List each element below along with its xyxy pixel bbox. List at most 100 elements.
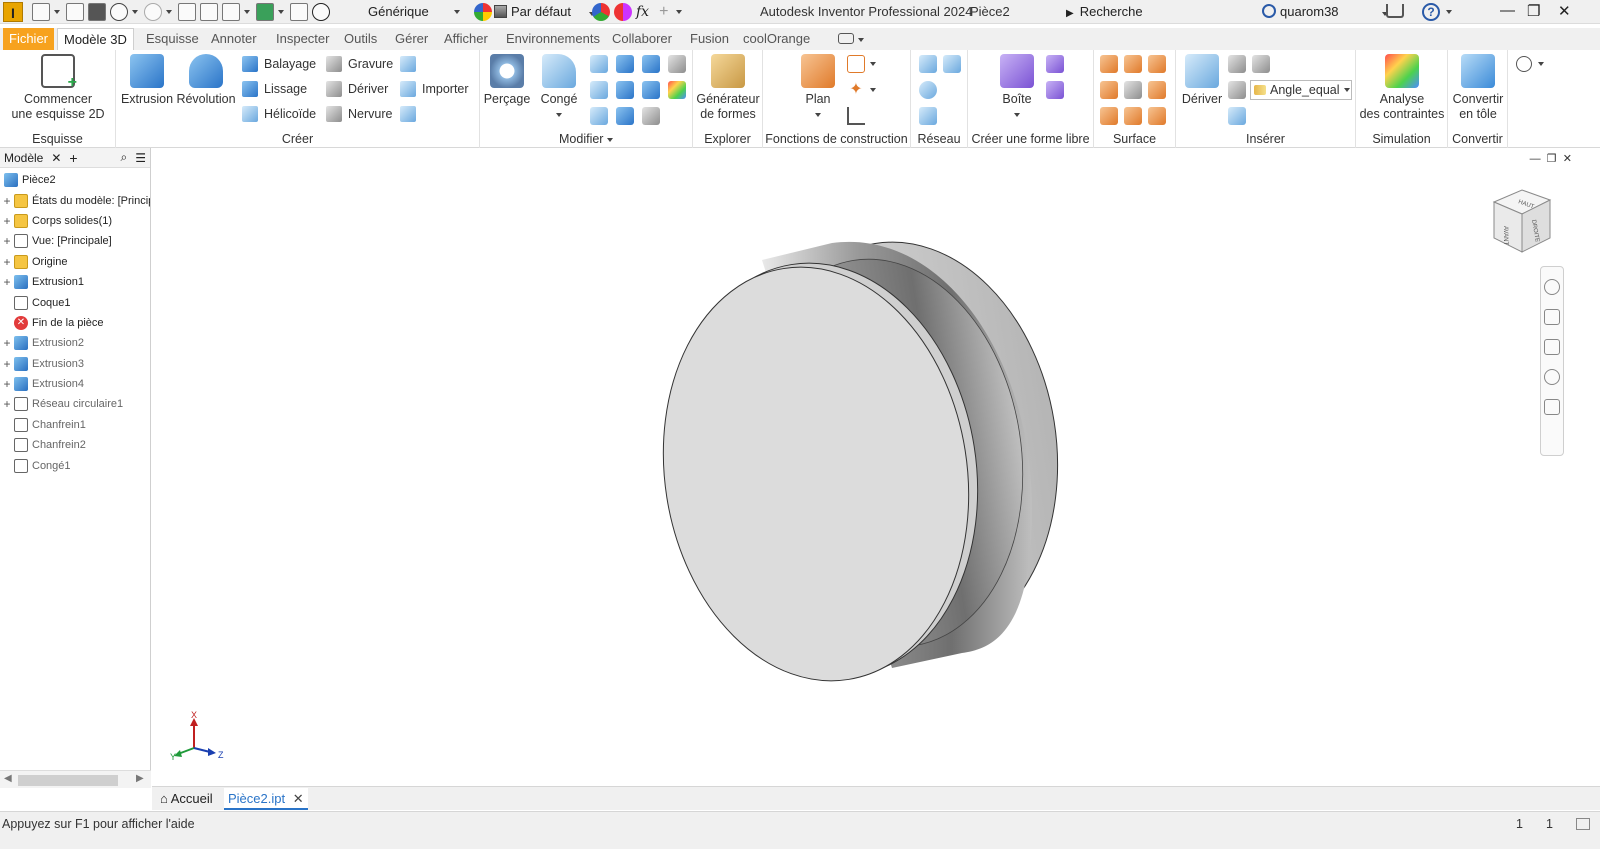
convert-sheet-metal-button[interactable]: Convertir en tôle [1448, 54, 1508, 122]
close-icon[interactable]: ✕ [293, 791, 304, 806]
close-icon[interactable]: ✕ [47, 151, 65, 165]
ucs-icon[interactable] [847, 107, 865, 125]
minimize-button[interactable]: — [1500, 2, 1515, 19]
insert-image-icon[interactable] [1228, 55, 1246, 73]
chevron-down-icon[interactable] [858, 38, 864, 42]
update-icon[interactable] [200, 3, 218, 21]
tab-fusion[interactable]: Fusion [684, 28, 735, 50]
tab-fichier[interactable]: Fichier [3, 28, 55, 50]
attach-icon[interactable] [1228, 81, 1246, 99]
browser-node[interactable]: Pièce2 [0, 170, 150, 190]
help-search-input[interactable]: ▶Recherche (aide/commandes)... [1066, 2, 1256, 41]
tab-accueil[interactable]: ⌂ Accueil [156, 788, 217, 810]
importer-button[interactable]: Importer [400, 79, 469, 99]
delete-face-icon[interactable] [642, 107, 660, 125]
expand-icon[interactable]: + [0, 357, 14, 371]
graphics-window[interactable]: — ❐ ✕ HAUT AVANT DROITE X Y Z [152, 148, 1600, 786]
copy-object-icon[interactable] [668, 81, 686, 99]
cart-icon[interactable] [1386, 4, 1404, 18]
import-file-icon[interactable] [1228, 107, 1246, 125]
revolution-button[interactable]: Révolution [174, 54, 238, 107]
stress-analysis-button[interactable]: Analyse des contraintes [1356, 54, 1448, 122]
tab-esquisse[interactable]: Esquisse [140, 28, 205, 50]
plus-icon[interactable]: + [659, 3, 668, 21]
repair-icon[interactable] [1148, 107, 1166, 125]
convert-freeform-icon[interactable] [1046, 81, 1064, 99]
shell-icon[interactable] [590, 81, 608, 99]
browser-node[interactable]: Coque1 [0, 292, 150, 312]
add-browser-button[interactable]: + [65, 150, 81, 166]
patch-icon[interactable] [1148, 55, 1166, 73]
chevron-down-icon[interactable] [870, 62, 876, 66]
part-model[interactable] [152, 148, 1600, 786]
zoom-icon[interactable] [1544, 339, 1560, 355]
chevron-down-icon[interactable] [244, 10, 250, 14]
delete-surface-icon[interactable] [1124, 81, 1142, 99]
tab-gerer[interactable]: Gérer [389, 28, 434, 50]
mirror-icon[interactable] [943, 55, 961, 73]
browser-node[interactable]: Chanfrein2 [0, 435, 150, 455]
thicken-icon[interactable] [642, 81, 660, 99]
expand-icon[interactable]: + [0, 275, 14, 289]
clear-appearance-icon[interactable] [312, 3, 330, 21]
appearance-icon[interactable] [474, 3, 492, 21]
parameter-select[interactable]: Angle_equal [1250, 80, 1352, 100]
draft-icon[interactable] [590, 107, 608, 125]
browser-tab-modele[interactable]: Modèle [0, 151, 47, 165]
browser-node[interactable]: + Vue: [Principale] [0, 231, 150, 251]
expand-icon[interactable]: + [0, 336, 14, 350]
tab-piece2[interactable]: Pièce2.ipt ✕ [224, 788, 308, 810]
restore-button[interactable]: ❐ [1527, 2, 1540, 20]
expand-icon[interactable]: + [0, 397, 14, 411]
scroll-thumb[interactable] [18, 775, 118, 786]
appearance-select[interactable]: Par défaut [494, 3, 601, 21]
tab-coolorange[interactable]: coolOrange [737, 28, 816, 50]
app-logo[interactable]: I [3, 2, 23, 22]
stitch-icon[interactable] [1100, 55, 1118, 73]
shell-tool-button[interactable] [400, 104, 422, 124]
open-folder-icon[interactable] [66, 3, 84, 21]
search-icon[interactable]: ⌕ [117, 150, 132, 165]
ribbon-options-icon[interactable] [1516, 56, 1532, 72]
move-face-icon[interactable] [642, 55, 660, 73]
browser-node[interactable]: Congé1 [0, 455, 150, 475]
circular-pattern-icon[interactable] [919, 81, 937, 99]
ucs-icon[interactable] [290, 3, 308, 21]
work-point-icon[interactable]: ✦ [847, 81, 865, 99]
chevron-down-icon[interactable] [132, 10, 138, 14]
pan-icon[interactable] [1544, 309, 1560, 325]
freeform-face-icon[interactable] [1046, 55, 1064, 73]
help-icon[interactable]: ? [1422, 3, 1440, 21]
browser-node[interactable]: + Extrusion3 [0, 354, 150, 374]
expand-icon[interactable]: + [0, 214, 14, 228]
tab-environnements[interactable]: Environnements [500, 28, 606, 50]
chevron-down-icon[interactable] [166, 10, 172, 14]
shape-generator-button[interactable]: Générateur de formes [695, 54, 761, 122]
browser-node[interactable]: + Corps solides(1) [0, 211, 150, 231]
balayage-button[interactable]: Balayage [242, 54, 316, 74]
combine-icon[interactable] [616, 81, 634, 99]
new-file-icon[interactable] [32, 3, 50, 21]
browser-node[interactable]: Chanfrein1 [0, 415, 150, 435]
ruled-surface-icon[interactable] [1100, 107, 1118, 125]
redo-icon[interactable] [144, 3, 162, 21]
chamfer-icon[interactable] [590, 55, 608, 73]
clear-override-icon[interactable] [614, 3, 632, 21]
panel-title[interactable]: Modifier [480, 132, 692, 146]
tab-modele-3d[interactable]: Modèle 3D [57, 28, 134, 50]
close-button[interactable]: ✕ [1558, 2, 1571, 20]
tab-outils[interactable]: Outils [338, 28, 383, 50]
tab-inspecter[interactable]: Inspecter [270, 28, 335, 50]
tab-afficher[interactable]: Afficher [438, 28, 494, 50]
chevron-down-icon[interactable] [1446, 10, 1452, 14]
parameters-fx-icon[interactable]: fx [636, 4, 649, 20]
scroll-right-icon[interactable]: ▶ [136, 773, 144, 784]
chevron-down-icon[interactable] [278, 10, 284, 14]
scroll-left-icon[interactable]: ◀ [4, 773, 12, 784]
expand-icon[interactable]: + [0, 194, 14, 208]
expand-icon[interactable]: + [0, 234, 14, 248]
user-account[interactable]: quarom38 [1262, 2, 1394, 22]
sculpt-icon[interactable] [1124, 55, 1142, 73]
split-icon[interactable] [616, 55, 634, 73]
view-cube[interactable]: HAUT AVANT DROITE [1488, 186, 1554, 256]
